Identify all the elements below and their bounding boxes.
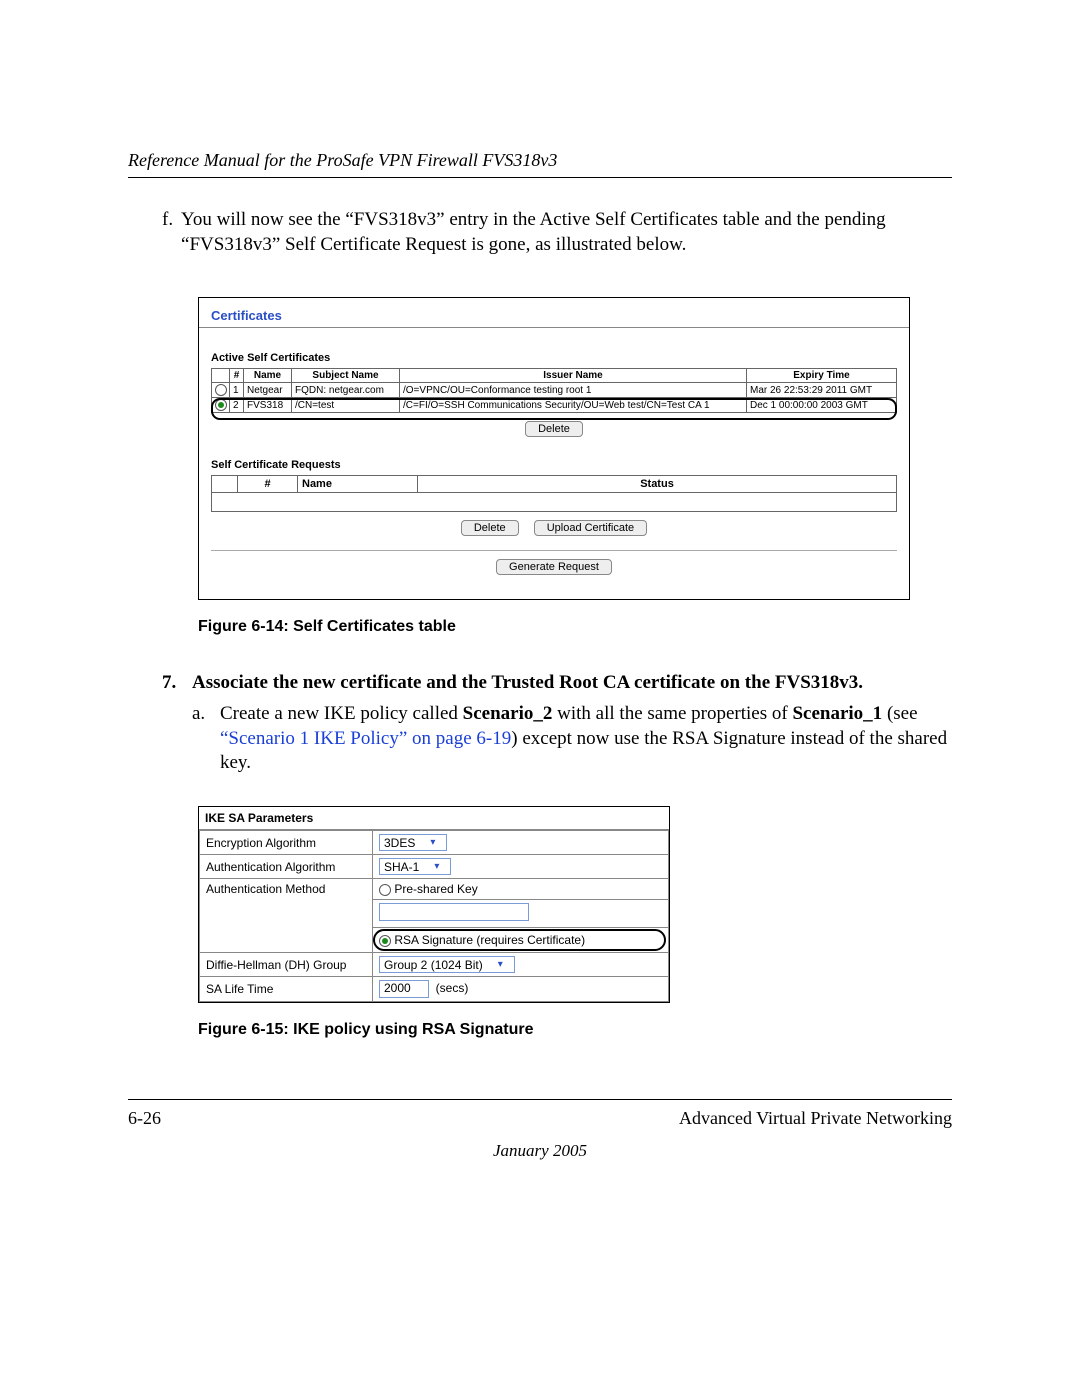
rsa-label: RSA Signature (requires Certificate) (394, 933, 585, 947)
delete-button[interactable]: Delete (525, 421, 583, 437)
sa-life-unit: (secs) (436, 981, 469, 995)
page-footer: 6-26 Advanced Virtual Private Networking (128, 1099, 952, 1129)
step-7a-marker: a. (192, 702, 220, 776)
psk-input[interactable] (379, 903, 529, 921)
generate-request-button[interactable]: Generate Request (496, 559, 612, 575)
ike-sa-title: IKE SA Parameters (199, 807, 669, 830)
step-7a-text: Create a new IKE policy called Scenario_… (220, 702, 952, 776)
chevron-down-icon: ▾ (421, 835, 446, 850)
col-issuer: Issuer Name (400, 369, 747, 383)
dh-group-label: Diffie-Hellman (DH) Group (200, 953, 373, 977)
row1-subject: FQDN: netgear.com (292, 383, 400, 398)
row1-name: Netgear (244, 383, 292, 398)
req-empty-row (212, 493, 897, 512)
dh-group-dropdown[interactable]: Group 2 (1024 Bit) ▾ (379, 956, 515, 973)
encryption-dropdown[interactable]: 3DES ▾ (379, 834, 447, 851)
chevron-down-icon: ▾ (489, 957, 514, 972)
auth-method-label: Authentication Method (200, 879, 373, 953)
table-row[interactable]: 2 FVS318 /CN=test /C=FI/O=SSH Communicat… (212, 398, 897, 413)
req-col-status: Status (418, 476, 897, 493)
row1-expiry: Mar 26 22:53:29 2011 GMT (747, 383, 897, 398)
footer-date: January 2005 (128, 1141, 952, 1161)
table-row[interactable]: 1 Netgear FQDN: netgear.com /O=VPNC/OU=C… (212, 383, 897, 398)
upload-certificate-button[interactable]: Upload Certificate (534, 520, 647, 536)
step-f-marker: f. (162, 208, 181, 257)
figure-6-15-caption: Figure 6-15: IKE policy using RSA Signat… (198, 1021, 952, 1039)
auth-alg-dropdown[interactable]: SHA-1 ▾ (379, 858, 451, 875)
t: with all the same properties of (552, 703, 792, 724)
col-radio (212, 369, 230, 383)
step-7: 7. Associate the new certificate and the… (162, 671, 952, 696)
step-7a: a. Create a new IKE policy called Scenar… (192, 702, 952, 776)
sa-life-input[interactable]: 2000 (379, 980, 429, 998)
encryption-value: 3DES (380, 836, 421, 850)
scenario2-label: Scenario_2 (463, 703, 553, 724)
cross-ref-link[interactable]: “Scenario 1 IKE Policy” on page 6-19 (220, 728, 511, 749)
col-expiry: Expiry Time (747, 369, 897, 383)
step-f-text: You will now see the “FVS318v3” entry in… (181, 208, 952, 257)
col-subject: Subject Name (292, 369, 400, 383)
step-7-text: Associate the new certificate and the Tr… (192, 671, 863, 696)
row2-subject: /CN=test (292, 398, 400, 413)
col-name: Name (244, 369, 292, 383)
row2-issuer: /C=FI/O=SSH Communications Security/OU=W… (400, 398, 747, 413)
delete-request-button[interactable]: Delete (461, 520, 519, 536)
req-col-radio (212, 476, 238, 493)
active-self-cert-table: # Name Subject Name Issuer Name Expiry T… (211, 368, 897, 413)
row2-radio[interactable] (215, 399, 227, 411)
t: Create a new IKE policy called (220, 703, 463, 724)
row2-num: 2 (230, 398, 244, 413)
auth-alg-label: Authentication Algorithm (200, 855, 373, 879)
row2-expiry: Dec 1 00:00:00 2003 GMT (747, 398, 897, 413)
req-col-num: # (238, 476, 298, 493)
section-title: Advanced Virtual Private Networking (679, 1108, 952, 1129)
active-self-cert-heading: Active Self Certificates (211, 352, 897, 364)
ike-sa-panel: IKE SA Parameters Encryption Algorithm 3… (198, 806, 670, 1003)
req-col-name: Name (298, 476, 418, 493)
row1-radio[interactable] (215, 384, 227, 396)
chevron-down-icon: ▾ (425, 859, 450, 874)
rsa-radio[interactable] (379, 935, 391, 947)
sa-life-label: SA Life Time (200, 977, 373, 1002)
scenario1-label: Scenario_1 (792, 703, 882, 724)
encryption-label: Encryption Algorithm (200, 831, 373, 855)
certificates-panel: Certificates Active Self Certificates # … (198, 297, 910, 600)
row2-name: FVS318 (244, 398, 292, 413)
row1-issuer: /O=VPNC/OU=Conformance testing root 1 (400, 383, 747, 398)
running-header: Reference Manual for the ProSafe VPN Fir… (128, 150, 952, 178)
psk-label: Pre-shared Key (394, 882, 477, 896)
page-number: 6-26 (128, 1108, 161, 1129)
auth-alg-value: SHA-1 (380, 860, 425, 874)
t: (see (882, 703, 917, 724)
row1-num: 1 (230, 383, 244, 398)
figure-6-14-caption: Figure 6-14: Self Certificates table (198, 618, 952, 636)
psk-radio[interactable] (379, 884, 391, 896)
dh-group-value: Group 2 (1024 Bit) (380, 958, 489, 972)
self-cert-request-table: # Name Status (211, 475, 897, 512)
self-cert-request-heading: Self Certificate Requests (211, 459, 897, 471)
col-num: # (230, 369, 244, 383)
step-f: f. You will now see the “FVS318v3” entry… (162, 208, 952, 257)
certificates-heading: Certificates (199, 298, 909, 328)
step-7-marker: 7. (162, 671, 192, 696)
